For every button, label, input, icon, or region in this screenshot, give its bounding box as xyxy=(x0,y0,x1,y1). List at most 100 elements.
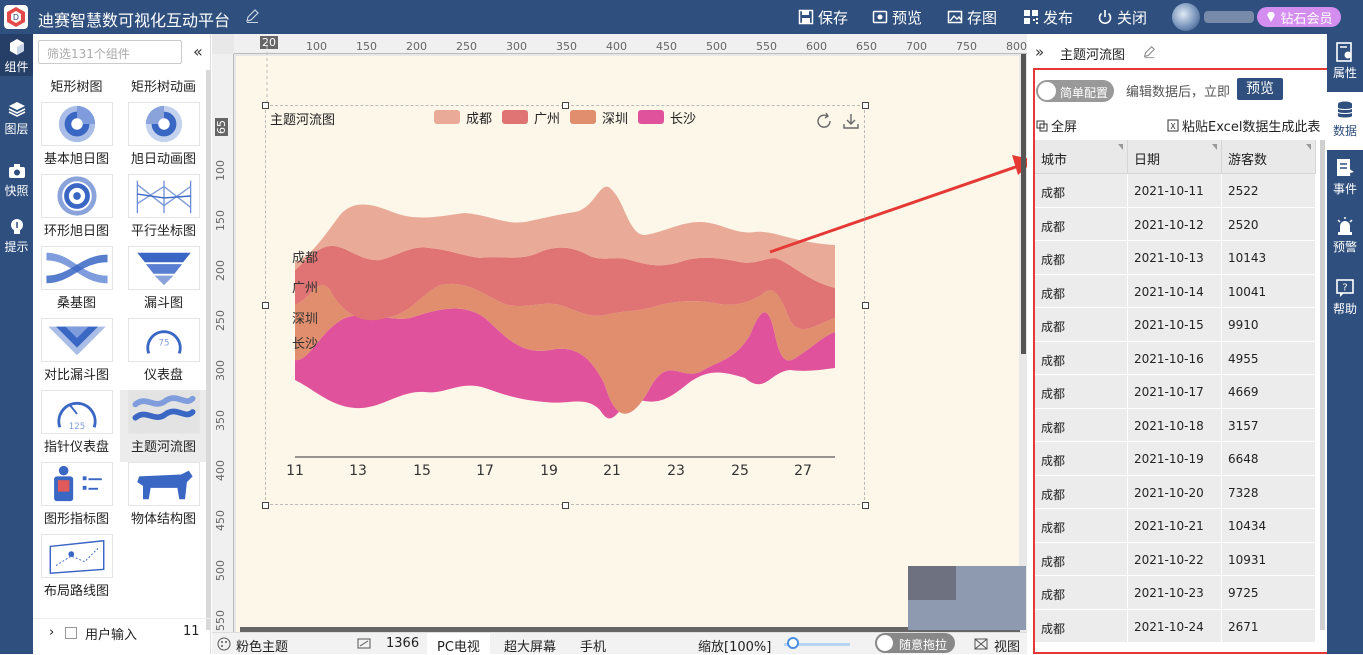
download-icon[interactable] xyxy=(842,112,860,130)
view-toggle[interactable]: 视图 xyxy=(994,636,1020,655)
legend-changsha[interactable]: 长沙 xyxy=(638,109,696,127)
nav-components[interactable]: 组件 xyxy=(0,34,33,76)
theme-selector[interactable]: 粉色主题 xyxy=(236,636,288,655)
ruler-top-tick: 300 xyxy=(506,40,527,53)
edit-name-icon[interactable] xyxy=(1142,45,1156,59)
refresh-icon[interactable] xyxy=(815,112,833,130)
layers-icon xyxy=(8,102,25,117)
zoom-slider-handle[interactable] xyxy=(787,637,799,649)
ruler-top-tick: 750 xyxy=(956,40,977,53)
object-structure-thumb-icon xyxy=(136,470,193,500)
publish-button[interactable]: 发布 xyxy=(1023,6,1073,28)
nav-layers[interactable]: 图层 xyxy=(0,96,33,138)
legend-guangzhou[interactable]: 广州 xyxy=(502,109,561,127)
highlight-box xyxy=(1033,68,1359,654)
pointer-gauge-thumb-value: 125 xyxy=(68,422,84,432)
free-drag-toggle[interactable]: 随意拖拉 xyxy=(875,633,955,653)
resize-handle[interactable] xyxy=(862,502,869,509)
ruler-left-tick: 300 xyxy=(214,360,227,381)
component-gauge[interactable]: 75 仪表盘 xyxy=(120,318,207,390)
edit-title-icon[interactable] xyxy=(244,8,260,24)
user-input-group[interactable]: › 用户输入 11 xyxy=(33,618,211,644)
image-icon xyxy=(947,10,963,24)
close-button[interactable]: 关闭 xyxy=(1097,6,1147,28)
tab-big-screen[interactable]: 超大屏幕 xyxy=(504,636,556,655)
component-parallel[interactable]: 平行坐标图 xyxy=(120,174,207,246)
ruler-top-tick: 400 xyxy=(606,40,627,53)
expand-panel-icon[interactable]: » xyxy=(1035,43,1044,61)
ruler-top-tick: 700 xyxy=(906,40,927,53)
preview-button[interactable]: 预览 xyxy=(872,6,922,28)
resize-handle[interactable] xyxy=(262,302,269,309)
component-search-input[interactable]: 筛选131个组件 xyxy=(38,40,182,64)
nav-tips[interactable]: 提示 xyxy=(0,214,33,256)
panel-title: 主题河流图 xyxy=(1060,48,1126,63)
legend-shenzhen[interactable]: 深圳 xyxy=(570,109,628,127)
nav-alerts-label: 预警 xyxy=(1332,240,1357,254)
component-panel: 筛选131个组件 « 矩形树图 矩形树动画 基本旭日图 旭日动画图 环形旭日图 … xyxy=(33,34,211,654)
save-button[interactable]: 保存 xyxy=(798,6,848,28)
component-sunburst-animation[interactable]: 旭日动画图 xyxy=(120,102,207,174)
nav-tips-label: 提示 xyxy=(4,240,29,254)
publish-label: 发布 xyxy=(1043,8,1074,27)
minimap-viewport[interactable] xyxy=(908,566,956,600)
nav-alerts[interactable]: 预警 xyxy=(1327,208,1363,266)
component-treemap-animation[interactable]: 矩形树动画 xyxy=(120,74,207,104)
save-image-label: 存图 xyxy=(967,8,998,27)
nav-properties[interactable]: 属性 xyxy=(1327,34,1363,92)
component-scrollbar[interactable] xyxy=(206,70,211,630)
ruler-top-tick: 150 xyxy=(356,40,377,53)
editor-vertical-scrollbar[interactable] xyxy=(1021,54,1026,354)
user-avatar[interactable] xyxy=(1172,3,1200,31)
preview-label: 预览 xyxy=(892,8,923,27)
ruler-top: 20 100 150 200 250 300 350 400 450 500 5… xyxy=(234,34,1027,54)
component-label: 矩形树图 xyxy=(50,80,103,95)
nav-events[interactable]: 事件 xyxy=(1327,150,1363,208)
minimap[interactable] xyxy=(908,566,1026,630)
vip-label: 钻石会员 xyxy=(1280,11,1333,27)
tab-mobile[interactable]: 手机 xyxy=(580,636,606,655)
save-image-button[interactable]: 存图 xyxy=(947,6,997,28)
screen-size-icon xyxy=(357,638,371,649)
component-figure-indicator[interactable]: 图形指标图 xyxy=(33,462,120,534)
component-treemap[interactable]: 矩形树图 xyxy=(33,74,120,104)
component-pointer-gauge[interactable]: 125 指针仪表盘 xyxy=(33,390,120,462)
component-sunburst[interactable]: 基本旭日图 xyxy=(33,102,120,174)
preview-icon xyxy=(872,10,888,24)
free-drag-label: 随意拖拉 xyxy=(899,638,948,652)
nav-snapshot-label: 快照 xyxy=(4,184,29,198)
component-compare-funnel[interactable]: 对比漏斗图 xyxy=(33,318,120,390)
component-sankey[interactable]: 桑基图 xyxy=(33,246,120,318)
gauge-thumb-icon: 75 xyxy=(145,330,182,354)
component-funnel[interactable]: 漏斗图 xyxy=(120,246,207,318)
chart-selection-box[interactable] xyxy=(265,105,865,505)
component-ring-sunburst[interactable]: 环形旭日图 xyxy=(33,174,120,246)
lightbulb-icon xyxy=(10,219,23,234)
component-theme-river[interactable]: 主题河流图 xyxy=(120,390,207,462)
nav-data[interactable]: 数据 xyxy=(1327,92,1363,150)
nav-help-label: 帮助 xyxy=(1332,302,1357,316)
component-layout-route[interactable]: 布局路线图 xyxy=(33,534,120,606)
component-label: 环形旭日图 xyxy=(43,224,109,239)
layout-route-thumb-icon xyxy=(49,539,104,574)
canvas-width[interactable]: 1366 xyxy=(386,636,419,651)
component-object-structure[interactable]: 物体结构图 xyxy=(120,462,207,534)
resize-handle[interactable] xyxy=(862,102,869,109)
component-label: 基本旭日图 xyxy=(43,152,109,167)
collapse-panel-icon[interactable]: « xyxy=(193,42,203,61)
nav-help[interactable]: ? 帮助 xyxy=(1327,270,1363,328)
legend-swatch xyxy=(434,110,460,124)
tab-pc-tv[interactable]: PC电视 xyxy=(427,633,490,655)
legend-chengdu[interactable]: 成都 xyxy=(434,109,492,127)
nav-snapshot[interactable]: 快照 xyxy=(0,158,33,200)
component-label: 布局路线图 xyxy=(43,584,109,599)
vip-badge[interactable]: 钻石会员 xyxy=(1257,7,1341,27)
resize-handle[interactable] xyxy=(562,502,569,509)
resize-handle[interactable] xyxy=(862,302,869,309)
ring-sunburst-thumb-icon xyxy=(56,176,97,216)
resize-handle[interactable] xyxy=(262,102,269,109)
resize-handle[interactable] xyxy=(262,502,269,509)
legend-label: 广州 xyxy=(534,111,561,127)
resize-handle[interactable] xyxy=(562,102,569,109)
ruler-left-tick: 400 xyxy=(214,460,227,481)
